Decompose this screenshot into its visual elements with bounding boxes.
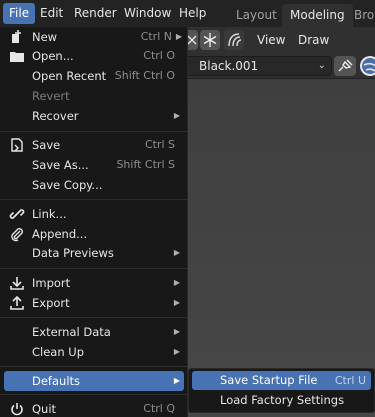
menu-item-open-recent[interactable]: Open Recent Shift Ctrl O (4, 66, 184, 86)
menu-file[interactable]: File (3, 3, 36, 24)
menu-item-data-previews[interactable]: Data Previews ▶ (4, 243, 184, 263)
menu-item-save[interactable]: Save Ctrl S (4, 135, 184, 155)
material-selector[interactable]: Black.001 ⌄ (186, 56, 332, 76)
menu-item-defaults[interactable]: Defaults ▶ (4, 371, 184, 391)
link-icon (9, 206, 25, 222)
new-file-icon (9, 29, 25, 45)
menu-item-recover[interactable]: Recover ▶ (4, 106, 184, 126)
viewport[interactable] (186, 80, 375, 417)
view-menu[interactable]: View (257, 30, 285, 50)
tab-modeling[interactable]: Modeling (282, 4, 353, 27)
save-file-icon (9, 137, 25, 153)
menu-item-quit[interactable]: Quit Ctrl Q (4, 399, 184, 417)
separator (0, 199, 188, 200)
menu-help[interactable]: Help (173, 3, 212, 24)
separator (0, 394, 188, 395)
tab-layout[interactable]: Layout (228, 4, 285, 27)
file-menu: New Ctrl N ▶ Open... Ctrl O Open Recent … (0, 27, 188, 417)
pin-icon[interactable] (334, 56, 356, 76)
submenu-arrow-icon: ▶ (173, 248, 180, 257)
menu-item-import[interactable]: Import ▶ (4, 273, 184, 293)
submenu-arrow-icon: ▶ (173, 111, 180, 120)
power-icon (9, 401, 25, 417)
menu-edit[interactable]: Edit (34, 3, 69, 24)
chevron-down-icon: ⌄ (317, 60, 326, 71)
menu-item-external-data[interactable]: External Data ▶ (4, 322, 184, 342)
menu-item-append[interactable]: Append... (4, 224, 184, 244)
submenu-arrow-icon: ▶ (173, 278, 180, 287)
menu-window[interactable]: Window (118, 3, 177, 24)
world-icon[interactable] (360, 56, 375, 76)
separator (0, 131, 188, 132)
submenu-arrow-icon: ▶ (173, 376, 180, 385)
menu-item-load-factory-settings[interactable]: Load Factory Settings (192, 391, 371, 410)
draw-menu[interactable]: Draw (298, 30, 329, 50)
menu-item-export[interactable]: Export ▶ (4, 293, 184, 313)
menu-item-clean-up[interactable]: Clean Up ▶ (4, 342, 184, 362)
material-bar: Black.001 ⌄ (186, 53, 375, 79)
menu-item-save-copy[interactable]: Save Copy... (4, 175, 184, 195)
submenu-arrow-icon: ▶ (173, 298, 180, 307)
folder-icon (9, 48, 25, 64)
menu-item-new[interactable]: New Ctrl N ▶ (4, 27, 184, 47)
menu-item-link[interactable]: Link... (4, 204, 184, 224)
top-bar: File Edit Render Window Help Layout Mode… (0, 0, 375, 27)
menu-render[interactable]: Render (68, 3, 123, 24)
submenu-arrow-icon: ▶ (175, 32, 182, 41)
snowflake-icon[interactable] (200, 30, 220, 50)
editor-header: View Draw (186, 27, 375, 53)
separator (0, 317, 188, 318)
paperclip-icon (9, 226, 25, 242)
import-icon (9, 275, 25, 291)
menu-item-save-startup-file[interactable]: Save Startup File Ctrl U (192, 371, 371, 390)
menu-item-save-as[interactable]: Save As... Shift Ctrl S (4, 155, 184, 175)
material-name: Black.001 (199, 59, 259, 73)
tab-browse[interactable]: Brow (346, 4, 375, 27)
menu-item-revert: Revert (32, 89, 70, 103)
defaults-submenu: Save Startup File Ctrl U Load Factory Se… (188, 368, 375, 413)
submenu-arrow-icon: ▶ (173, 327, 180, 336)
separator (0, 268, 188, 269)
stroke-placement-icon[interactable] (224, 30, 244, 50)
export-icon (9, 295, 25, 311)
menu-item-open[interactable]: Open... Ctrl O (4, 46, 184, 66)
submenu-arrow-icon: ▶ (173, 347, 180, 356)
separator (0, 366, 188, 367)
